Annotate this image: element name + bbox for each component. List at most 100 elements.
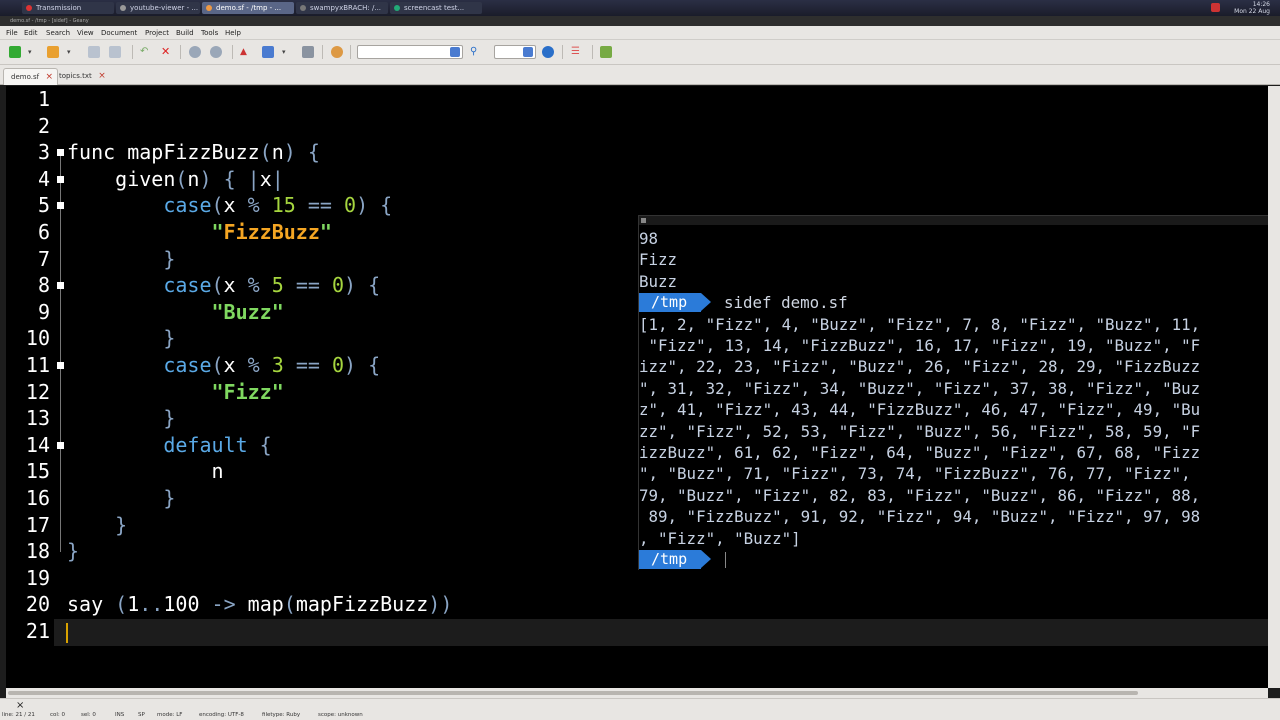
menu-tools[interactable]: Tools xyxy=(201,27,218,39)
chevron-down-icon[interactable]: ▾ xyxy=(67,46,75,58)
terminal-prompt: /tmp xyxy=(639,550,711,569)
code-line: n xyxy=(67,459,224,484)
line-number-gutter: 1 2 3 4 5 6 7 8 9 10 11 12 13 14 15 16 1… xyxy=(6,86,54,688)
task-youtube-viewer[interactable]: youtube-viewer - ... xyxy=(116,2,200,14)
terminal-cursor xyxy=(725,552,726,568)
menu-view[interactable]: View xyxy=(77,27,94,39)
status-col: col: 0 xyxy=(50,712,66,718)
toolbar-separator xyxy=(592,45,593,59)
line-number: 18 xyxy=(25,539,50,564)
goto-line-icon[interactable] xyxy=(542,46,554,58)
status-sel: sel: 0 xyxy=(81,712,96,718)
tab-topics-txt[interactable]: topics.txt × xyxy=(52,68,110,85)
list-icon[interactable]: ☰ xyxy=(571,46,583,58)
current-line-highlight xyxy=(54,619,1268,646)
status-scope: scope: unknown xyxy=(318,712,363,718)
close-tab-icon[interactable]: × xyxy=(98,68,106,85)
fold-marker-icon[interactable] xyxy=(57,442,64,449)
terminal-output-line: "Fizz", 13, 14, "FizzBuzz", 16, 17, "Fiz… xyxy=(639,336,1201,355)
code-line: } xyxy=(115,512,128,537)
menu-search[interactable]: Search xyxy=(46,27,70,39)
task-label: screencast test... xyxy=(404,4,465,12)
fold-marker-icon[interactable] xyxy=(57,282,64,289)
fold-marker-icon[interactable] xyxy=(57,149,64,156)
task-label: youtube-viewer - ... xyxy=(130,4,199,12)
menu-edit[interactable]: Edit xyxy=(24,27,38,39)
forward-icon[interactable] xyxy=(210,46,222,58)
line-number: 19 xyxy=(25,565,50,590)
status-mode: mode: LF xyxy=(157,712,183,718)
scrollbar-thumb[interactable] xyxy=(8,691,1138,695)
compile-icon[interactable]: ▲ xyxy=(240,46,252,58)
search-icon[interactable]: ⚲ xyxy=(470,46,482,58)
task-transmission[interactable]: Transmission xyxy=(22,2,114,14)
terminal-icon xyxy=(120,5,126,11)
code-line: func mapFizzBuzz(n) { xyxy=(67,140,320,165)
line-number: 2 xyxy=(37,113,50,138)
taskbar: Transmission youtube-viewer - ... demo.s… xyxy=(0,0,1280,16)
code-line: } xyxy=(163,406,176,431)
menu-file[interactable]: File xyxy=(6,27,18,39)
code-line: say (1..100 -> map(mapFizzBuzz)) xyxy=(67,592,453,617)
revert-icon[interactable]: ↶ xyxy=(140,46,152,58)
code-line: case(x % 15 == 0) { xyxy=(163,193,393,218)
search-options-icon[interactable] xyxy=(450,47,460,57)
terminal-command: sidef demo.sf xyxy=(724,293,848,313)
menu-help[interactable]: Help xyxy=(225,27,241,39)
new-file-icon[interactable] xyxy=(9,46,21,58)
tab-label: demo.sf xyxy=(11,73,40,81)
close-icon[interactable]: ✕ xyxy=(161,46,173,58)
clock[interactable]: 14:26 Mon 22 Aug xyxy=(1234,1,1270,15)
code-line: } xyxy=(163,486,176,510)
terminal-line: Fizz xyxy=(639,250,678,270)
code-line: "FizzBuzz" xyxy=(211,220,332,244)
fold-guide xyxy=(60,152,61,552)
save-all-icon[interactable] xyxy=(109,46,121,58)
line-number: 17 xyxy=(25,512,50,537)
code-line: case(x % 3 == 0) { xyxy=(163,353,381,377)
close-messages-icon[interactable]: × xyxy=(16,700,24,711)
vertical-scrollbar[interactable] xyxy=(1268,86,1280,688)
horizontal-scrollbar[interactable] xyxy=(6,688,1268,698)
menu-project[interactable]: Project xyxy=(145,27,169,39)
fold-marker-icon[interactable] xyxy=(57,176,64,183)
open-folder-icon[interactable] xyxy=(47,46,59,58)
clock-time: 14:26 xyxy=(1252,1,1270,8)
code-line: given(n) { |x| xyxy=(67,166,284,191)
tab-demo-sf[interactable]: demo.sf × xyxy=(3,68,59,85)
terminal-window[interactable]: 98 Fizz Buzz /tmp sidef demo.sf [1, 2, "… xyxy=(638,215,1280,570)
menu-document[interactable]: Document xyxy=(101,27,137,39)
quit-icon[interactable] xyxy=(600,46,612,58)
save-icon[interactable] xyxy=(88,46,100,58)
color-chooser-icon[interactable] xyxy=(331,46,343,58)
line-number: 1 xyxy=(37,87,50,111)
build-icon[interactable] xyxy=(262,46,274,58)
line-number: 14 xyxy=(25,432,50,457)
status-filetype: filetype: Ruby xyxy=(262,712,301,718)
toolbar: ▾ ▾ ↶ ✕ ▲ ▾ ⚲ ☰ xyxy=(0,40,1280,65)
code-line: } xyxy=(67,539,80,564)
back-icon[interactable] xyxy=(189,46,201,58)
statusbar: × line: 21 / 21 col: 0 sel: 0 INS SP mod… xyxy=(0,698,1280,720)
menu-build[interactable]: Build xyxy=(176,27,194,39)
search-input[interactable] xyxy=(357,45,463,59)
toolbar-separator xyxy=(322,45,323,59)
terminal-titlebar[interactable] xyxy=(639,216,1280,225)
status-line: line: 21 / 21 xyxy=(2,712,35,718)
task-screencast[interactable]: screencast test... xyxy=(390,2,482,14)
task-label: Transmission xyxy=(36,4,82,12)
line-number: 21 xyxy=(25,619,50,643)
fold-marker-icon[interactable] xyxy=(57,202,64,209)
chevron-down-icon[interactable]: ▾ xyxy=(282,46,290,58)
task-terminal[interactable]: swampyxBRACH: /... xyxy=(296,2,388,14)
terminal-output-line: ", "Buzz", 71, "Fizz", 73, 74, "FizzBuzz… xyxy=(639,464,1191,484)
execute-icon[interactable] xyxy=(302,46,314,58)
terminal-output-line: izzBuzz", 61, 62, "Fizz", 64, "Buzz", "F… xyxy=(639,443,1201,462)
chevron-down-icon[interactable]: ▾ xyxy=(28,46,36,58)
fold-marker-icon[interactable] xyxy=(57,362,64,369)
line-number: 3 xyxy=(37,140,50,165)
task-geany[interactable]: demo.sf - /tmp - ... xyxy=(202,2,294,14)
goto-options-icon[interactable] xyxy=(523,47,533,57)
tray-icon[interactable] xyxy=(1211,3,1220,12)
line-number: 12 xyxy=(25,379,50,404)
